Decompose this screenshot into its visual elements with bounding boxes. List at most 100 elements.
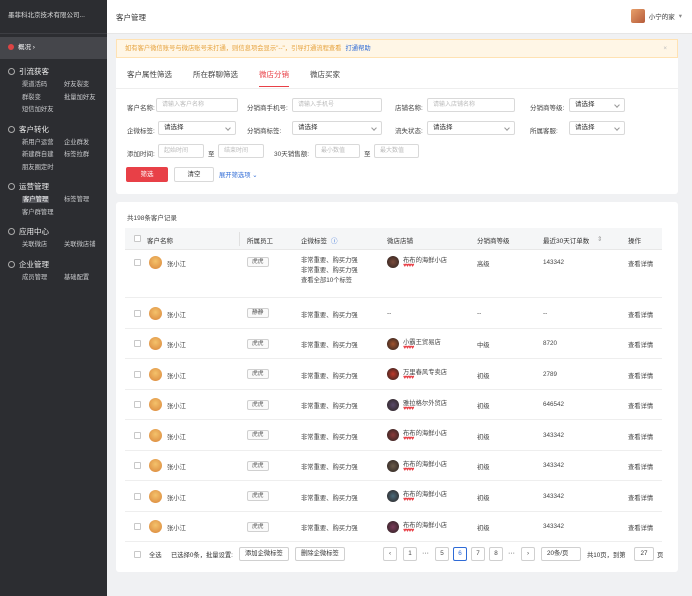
view-all-tags-link[interactable]: 查看全部10个标签 [301,275,352,284]
sidebar-item[interactable]: 标签管理 [64,194,106,207]
sort-icon[interactable]: ⇕ [597,235,602,243]
tab[interactable]: 客户属性筛选 [127,69,172,87]
to-text-2: 至 [364,151,371,158]
column-header: 分销商等级 [477,238,510,245]
sidebar-item[interactable]: 新建群自建 [22,149,64,162]
total-pages-text: 共10页，到第 [587,552,626,559]
max-input[interactable]: 最大数值 [374,144,419,158]
chevron-down-icon: ⌄ [252,172,258,179]
page-button[interactable]: 5 [435,547,449,561]
row-checkbox[interactable] [134,431,141,439]
min-input[interactable]: 最小数值 [315,144,360,158]
row-checkbox[interactable] [134,492,141,500]
row-checkbox[interactable] [134,370,141,378]
phone-input[interactable]: 请输入手机号 [292,98,382,112]
row-checkbox[interactable] [134,462,141,470]
sidebar-item[interactable]: 短信加好友 [22,104,64,117]
start-date-input[interactable]: 起始时间 [158,144,204,158]
page-size-select[interactable]: 20条/页 [541,547,581,561]
row-checkbox[interactable] [134,401,141,409]
page-button[interactable]: 8 [489,547,503,561]
close-icon[interactable]: × [663,40,667,57]
shop-input[interactable]: 请输入店铺名称 [427,98,515,112]
view-detail-link[interactable]: 查看详情 [628,432,653,441]
shop-avatar [387,429,399,442]
view-detail-link[interactable]: 查看详情 [628,371,653,380]
name-input[interactable]: 请输入客户名称 [156,98,238,112]
prev-page-icon[interactable]: ‹ [383,547,397,561]
customer-tag-text: 非常重要、购买力强 [301,403,358,411]
sidebar-item[interactable]: 成员管理 [22,272,64,285]
chevron-down-icon: ▾ [678,13,682,20]
row-checkbox[interactable] [134,523,141,531]
page-button[interactable]: 6 [453,547,467,561]
cs-label: 所属客服: [530,128,558,135]
page-button[interactable]: 7 [471,547,485,561]
customer-avatar [149,306,162,320]
lost-select[interactable]: 请选择 [427,121,515,135]
page-button[interactable]: 1 [403,547,417,561]
sidebar-item[interactable]: 新用户运营 [22,137,64,150]
view-detail-link[interactable]: 查看详情 [628,259,653,268]
clear-button[interactable]: 清空 [174,167,214,182]
table-row: 张小江 虎虎 非常重要、购买力强 万里春风专卖店 ♥♥♥♥ 初级 2789 查看详情 [125,359,662,390]
table-row: 张小江 虎虎 非常重要、购买力强 雅拉格尔外贸店 ♥♥♥♥ 初级 646542 查看详情 [125,390,662,420]
add-tag-button[interactable]: 添加企微标签 [239,547,289,561]
order-count: 343342 [543,462,565,470]
staff-tag: 虎虎 [247,257,269,267]
level-select[interactable]: 请选择 [569,98,625,112]
column-header[interactable]: 最近30天订单数 [543,235,589,245]
row-checkbox[interactable] [134,340,141,348]
tag-label: 企微标签: [127,128,155,135]
sidebar-item[interactable]: 企业群发 [64,137,106,150]
search-button[interactable]: 筛选 [126,167,168,182]
tab[interactable]: 所在群聊筛选 [193,69,238,87]
view-detail-link[interactable]: 查看详情 [628,523,653,532]
sidebar-item[interactable]: 客户群管理 [22,207,64,220]
sidebar-item[interactable]: 批量加好友 [64,92,106,105]
sidebar-item[interactable]: 朋友圈定时 [22,162,64,175]
expand-filters-link[interactable]: 展开筛选项 ⌄ [219,170,258,179]
dist-tag-select[interactable]: 请选择 [292,121,382,135]
sidebar-group: 引流获客 渠道活码 好友裂变 群裂变 批量加好友 短信加好友 [0,65,107,117]
distributor-level: 初级 [477,464,490,472]
goto-page-input[interactable]: 27 [634,547,654,561]
view-detail-link[interactable]: 查看详情 [628,462,653,471]
sidebar-item[interactable]: 好友裂变 [64,79,106,92]
sidebar-item[interactable]: 渠道活码 [22,79,64,92]
info-icon[interactable]: ⓘ [331,235,338,245]
tag-select[interactable]: 请选择 [158,121,236,135]
customer-name: 张小江 [167,494,186,502]
help-link[interactable]: 打通帮助 [345,45,370,52]
row-checkbox[interactable] [134,258,141,266]
sidebar-item[interactable]: 标签拉群 [64,149,106,162]
sales-label: 30天销售额: [274,151,310,158]
tab[interactable]: 微店分销 [259,69,289,87]
view-detail-link[interactable]: 查看详情 [628,401,653,410]
end-date-input[interactable]: 结束时间 [218,144,264,158]
view-detail-link[interactable]: 查看详情 [628,310,653,319]
column-header: 客户名称 [147,238,173,245]
cs-select[interactable]: 请选择 [569,121,625,135]
select-all-footer-checkbox[interactable] [134,551,141,558]
table-footer: 全选 已选择0条，批量设置: 添加企微标签 删除企微标签 ‹ 1 ··· 5 6 7 8 ··· › 20… [125,545,663,565]
row-checkbox[interactable] [134,309,141,317]
avatar [630,9,645,23]
top-bar: 客户管理 小宁的家 ▾ [107,0,692,34]
sidebar-item[interactable]: 关联微店 [22,239,64,252]
next-page-icon[interactable]: › [521,547,535,561]
view-detail-link[interactable]: 查看详情 [628,493,653,502]
sidebar-item[interactable]: 客户管理 [22,194,64,207]
sidebar-item[interactable]: 基础配置 [64,272,106,285]
customer-tag-text: 非常重要、购买力强 [301,311,358,319]
sidebar-group: 企业管理 成员管理 基础配置 [0,258,107,285]
select-all-checkbox[interactable] [134,235,141,242]
column-header: 企微标签 [301,238,327,245]
tab[interactable]: 微店买家 [310,69,340,87]
remove-tag-button[interactable]: 删除企微标签 [295,547,345,561]
sidebar-item[interactable]: 关联微店铺 [64,239,106,252]
user-menu[interactable]: 小宁的家 ▾ [630,9,682,23]
sidebar-item-overview[interactable]: 概况 › [0,37,107,59]
view-detail-link[interactable]: 查看详情 [628,340,653,349]
sidebar-item[interactable]: 群裂变 [22,92,64,105]
